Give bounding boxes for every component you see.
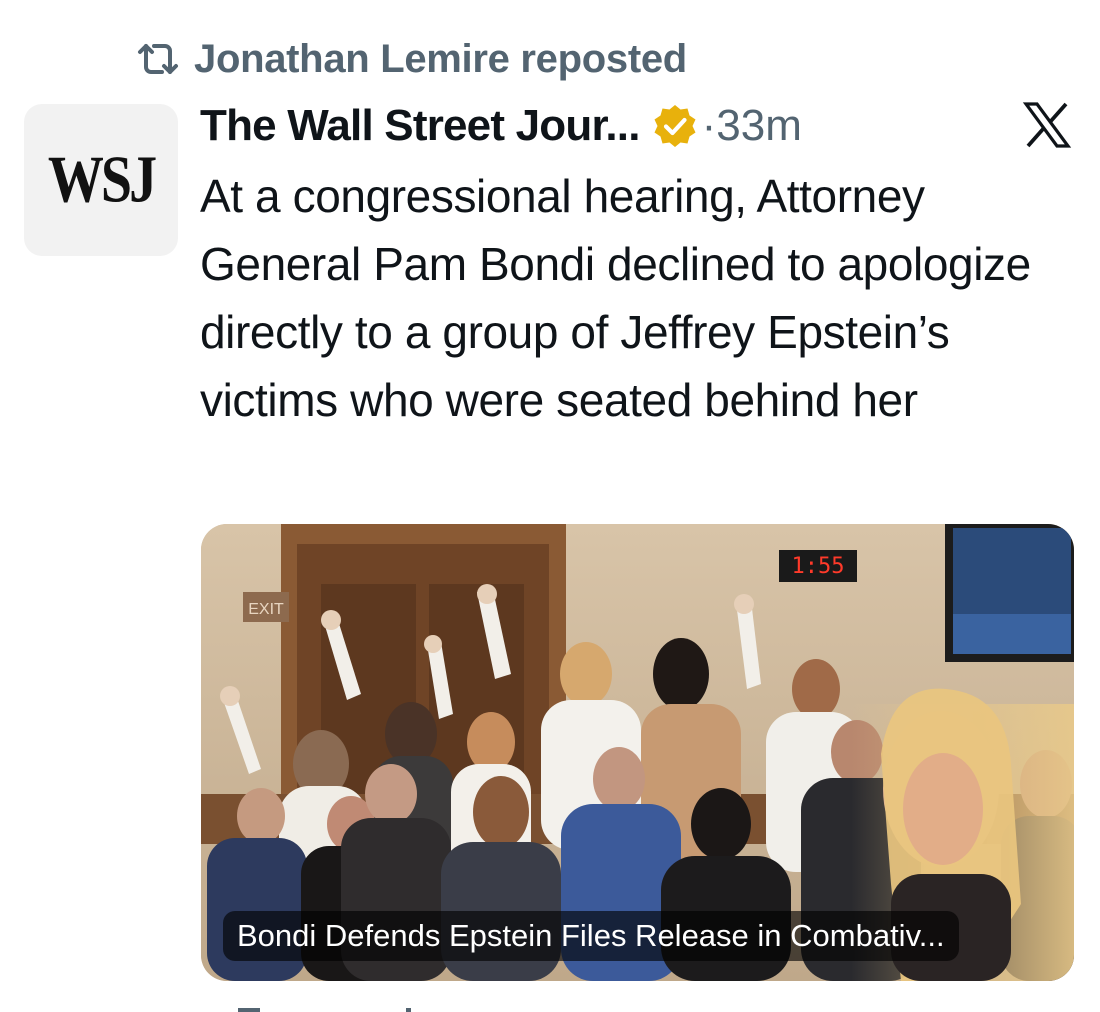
media-caption: Bondi Defends Epstein Files Release in C… — [223, 911, 959, 961]
x-logo-icon — [1022, 102, 1072, 148]
timestamp[interactable]: 33m — [716, 101, 802, 151]
separator-dot: · — [701, 101, 717, 150]
author-name[interactable]: The Wall Street Jour... — [200, 101, 640, 151]
exit-sign: EXIT — [248, 601, 284, 618]
tweet-header: The Wall Street Jour... · 33m — [200, 96, 802, 156]
avatar[interactable]: WSJ — [24, 104, 178, 256]
avatar-logo-text: WSJ — [47, 142, 157, 218]
hearing-clock: 1:55 — [792, 554, 845, 579]
media-card[interactable]: EXIT 1:55 Bondi Defends Epstein Files Re… — [201, 524, 1074, 981]
next-item-partial-text — [238, 1008, 411, 1012]
repost-indicator[interactable]: Jonathan Lemire reposted — [134, 34, 687, 84]
repost-icon — [138, 44, 178, 74]
gold-verified-badge-icon[interactable] — [652, 103, 698, 149]
repost-text: Jonathan Lemire reposted — [194, 36, 687, 81]
tweet-text: At a congressional hearing, Attorney Gen… — [200, 170, 1031, 426]
